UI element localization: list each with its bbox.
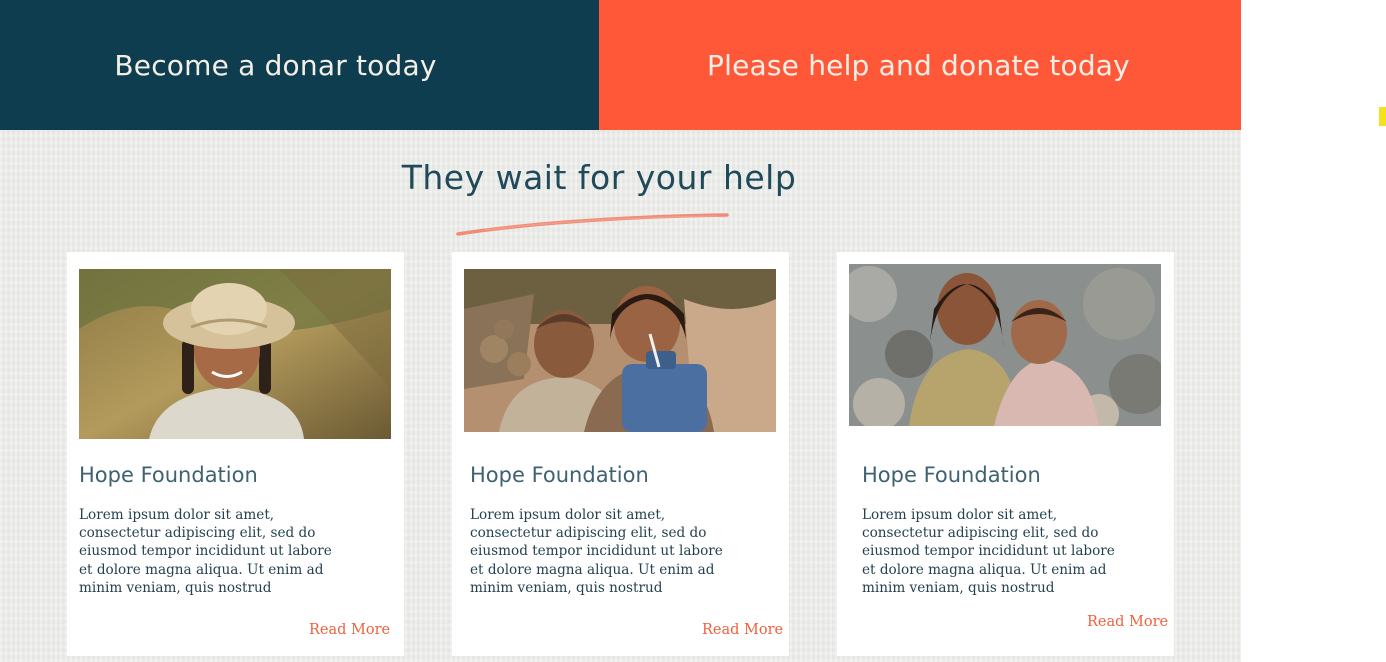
foundation-card-1: Hope Foundation Lorem ipsum dolor sit am… bbox=[67, 252, 404, 656]
read-more-link[interactable]: Read More bbox=[702, 622, 783, 638]
card-photo-girl-with-hat bbox=[79, 269, 391, 439]
card-title: Hope Foundation bbox=[470, 463, 649, 487]
card-photo-children-on-rocks bbox=[849, 264, 1161, 426]
donate-banner[interactable]: Please help and donate today bbox=[599, 0, 1241, 130]
card-description: Lorem ipsum dolor sit amet, consectetur … bbox=[79, 507, 332, 596]
become-donor-label: Become a donar today bbox=[114, 48, 437, 82]
card-photo-children-with-jug bbox=[464, 269, 776, 432]
scroll-indicator-marker bbox=[1379, 107, 1386, 126]
foundation-card-2: Hope Foundation Lorem ipsum dolor sit am… bbox=[452, 252, 789, 656]
page-content: Become a donar today Please help and don… bbox=[0, 0, 1241, 662]
become-donor-banner[interactable]: Become a donar today bbox=[0, 0, 599, 130]
card-title: Hope Foundation bbox=[79, 463, 258, 487]
section-title: They wait for your help bbox=[401, 158, 797, 197]
card-description: Lorem ipsum dolor sit amet, consectetur … bbox=[862, 507, 1115, 596]
foundation-card-3: Hope Foundation Lorem ipsum dolor sit am… bbox=[837, 252, 1174, 656]
read-more-link[interactable]: Read More bbox=[1087, 614, 1168, 630]
card-title: Hope Foundation bbox=[862, 463, 1041, 487]
card-description: Lorem ipsum dolor sit amet, consectetur … bbox=[470, 507, 723, 596]
donate-label: Please help and donate today bbox=[707, 48, 1130, 82]
read-more-link[interactable]: Read More bbox=[309, 622, 390, 638]
title-underline-stroke bbox=[456, 213, 729, 236]
